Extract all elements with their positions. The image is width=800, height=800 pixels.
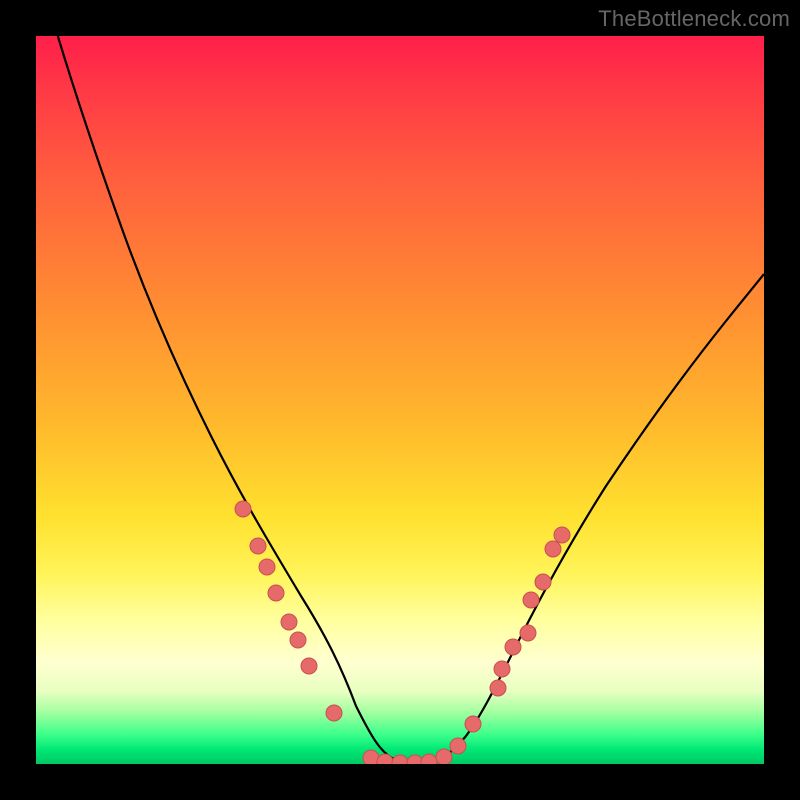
curve-markers: [235, 501, 570, 764]
marker-dot: [392, 755, 408, 764]
marker-dot: [505, 639, 521, 655]
marker-dot: [377, 754, 393, 764]
marker-dot: [535, 574, 551, 590]
marker-dot: [326, 705, 342, 721]
marker-dot: [520, 625, 536, 641]
marker-dot: [465, 716, 481, 732]
marker-dot: [259, 559, 275, 575]
marker-dot: [281, 614, 297, 630]
marker-dot: [554, 527, 570, 543]
marker-dot: [523, 592, 539, 608]
marker-dot: [290, 632, 306, 648]
marker-dot: [235, 501, 251, 517]
chart-svg: [36, 36, 764, 764]
marker-dot: [450, 738, 466, 754]
marker-dot: [301, 658, 317, 674]
marker-dot: [490, 680, 506, 696]
chart-frame: TheBottleneck.com: [0, 0, 800, 800]
plot-area: [36, 36, 764, 764]
marker-dot: [421, 754, 437, 764]
marker-dot: [250, 538, 266, 554]
marker-dot: [494, 661, 510, 677]
bottleneck-curve: [58, 36, 764, 763]
watermark-text: TheBottleneck.com: [598, 6, 790, 32]
marker-dot: [545, 541, 561, 557]
marker-dot: [436, 749, 452, 764]
marker-dot: [268, 585, 284, 601]
